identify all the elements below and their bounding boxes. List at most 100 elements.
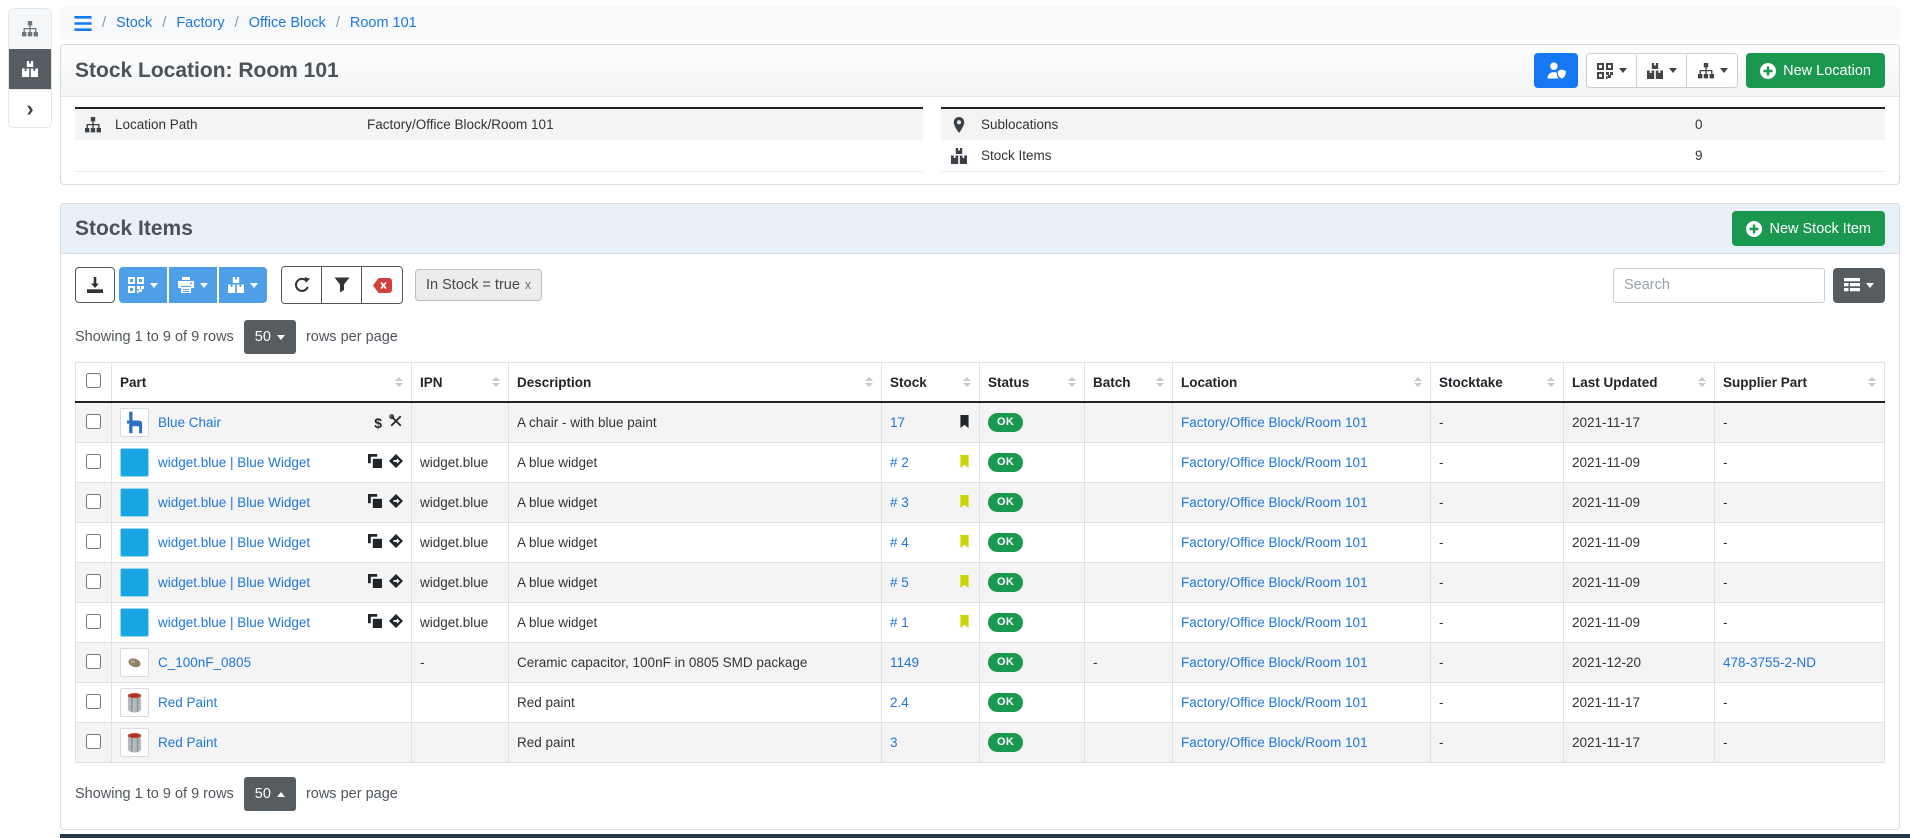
stock-quantity-link[interactable]: # 4 [890, 535, 909, 550]
stock-quantity-link[interactable]: # 5 [890, 575, 909, 590]
column-header-supplier-part[interactable]: Supplier Part [1715, 363, 1885, 403]
part-link[interactable]: widget.blue | Blue Widget [158, 615, 310, 630]
stock-quantity-link[interactable]: 17 [890, 415, 905, 430]
row-checkbox[interactable] [86, 454, 101, 469]
sort-arrows-icon[interactable] [1062, 377, 1076, 387]
part-link[interactable]: widget.blue | Blue Widget [158, 575, 310, 590]
part-link[interactable]: Blue Chair [158, 415, 221, 430]
ipn-cell: widget.blue [412, 523, 509, 563]
download-button[interactable] [75, 267, 115, 303]
supplier-part-link[interactable]: 478-3755-2-ND [1723, 655, 1816, 670]
qrcode-icon [128, 277, 144, 293]
row-checkbox[interactable] [86, 734, 101, 749]
select-all-checkbox[interactable] [86, 373, 101, 388]
breadcrumb-link[interactable]: Factory [176, 15, 224, 31]
breadcrumb-link[interactable]: Room 101 [350, 15, 417, 31]
column-header-stock[interactable]: Stock [882, 363, 980, 403]
part-link[interactable]: widget.blue | Blue Widget [158, 495, 310, 510]
sitemap-icon [22, 21, 38, 37]
sort-arrows-icon[interactable] [1408, 377, 1422, 387]
row-checkbox[interactable] [86, 534, 101, 549]
clear-filters-button[interactable] [362, 267, 402, 303]
part-link[interactable]: C_100nF_0805 [158, 655, 251, 670]
chevron-down-icon [1669, 68, 1677, 73]
column-header-status[interactable]: Status [980, 363, 1085, 403]
stock-quantity-link[interactable]: # 3 [890, 495, 909, 510]
row-checkbox[interactable] [86, 494, 101, 509]
user-roles-button[interactable] [1534, 53, 1578, 88]
part-link[interactable]: Red Paint [158, 695, 217, 710]
column-header-description[interactable]: Description [509, 363, 882, 403]
part-link[interactable]: widget.blue | Blue Widget [158, 535, 310, 550]
row-checkbox[interactable] [86, 414, 101, 429]
table-row: Red PaintRed paint3OKFactory/Office Bloc… [76, 723, 1885, 763]
location-link[interactable]: Factory/Office Block/Room 101 [1181, 615, 1368, 630]
barcode-actions-dropdown[interactable] [1587, 54, 1637, 87]
column-header-location[interactable]: Location [1173, 363, 1431, 403]
refresh-button[interactable] [282, 267, 322, 303]
stock-quantity-link[interactable]: # 2 [890, 455, 909, 470]
filter-button[interactable] [322, 267, 362, 303]
hamburger-icon[interactable] [74, 16, 92, 31]
row-checkbox[interactable] [86, 574, 101, 589]
batch-cell [1085, 603, 1173, 643]
qrcode-icon [1597, 63, 1613, 79]
print-actions-dropdown[interactable] [169, 267, 217, 303]
location-link[interactable]: Factory/Office Block/Room 101 [1181, 535, 1368, 550]
breadcrumb-link[interactable]: Stock [116, 15, 152, 31]
sort-arrows-icon[interactable] [486, 377, 500, 387]
sort-arrows-icon[interactable] [1692, 377, 1706, 387]
column-header-stocktake[interactable]: Stocktake [1431, 363, 1564, 403]
sort-arrows-icon[interactable] [1150, 377, 1164, 387]
part-link[interactable]: widget.blue | Blue Widget [158, 455, 310, 470]
sort-arrows-icon[interactable] [1862, 377, 1876, 387]
stock-quantity-link[interactable]: 2.4 [890, 695, 909, 710]
breadcrumb-separator: / [336, 15, 340, 31]
last-updated-cell: 2021-11-09 [1564, 443, 1715, 483]
row-checkbox[interactable] [86, 694, 101, 709]
column-header-part[interactable]: Part [112, 363, 412, 403]
sort-arrows-icon[interactable] [859, 377, 873, 387]
breadcrumb-separator: / [162, 15, 166, 31]
location-link[interactable]: Factory/Office Block/Room 101 [1181, 575, 1368, 590]
stock-options-dropdown[interactable] [219, 267, 267, 303]
sidebar-item-stock-items[interactable] [9, 49, 51, 89]
new-location-button[interactable]: New Location [1746, 53, 1885, 88]
row-checkbox[interactable] [86, 654, 101, 669]
page-size-select[interactable]: 50 [244, 777, 296, 811]
column-header-batch[interactable]: Batch [1085, 363, 1173, 403]
ipn-cell: widget.blue [412, 563, 509, 603]
location-link[interactable]: Factory/Office Block/Room 101 [1181, 495, 1368, 510]
page-size-select[interactable]: 50 [244, 320, 296, 354]
location-link[interactable]: Factory/Office Block/Room 101 [1181, 695, 1368, 710]
sort-arrows-icon[interactable] [1541, 377, 1555, 387]
row-checkbox[interactable] [86, 614, 101, 629]
columns-dropdown-button[interactable] [1833, 268, 1885, 303]
stocktake-cell: - [1431, 563, 1564, 603]
stock-actions-dropdown[interactable] [1637, 54, 1687, 87]
last-updated-cell: 2021-11-17 [1564, 723, 1715, 763]
breadcrumb-link[interactable]: Office Block [249, 15, 326, 31]
search-input[interactable] [1613, 268, 1825, 303]
supplier-part-cell: - [1715, 723, 1885, 763]
location-link[interactable]: Factory/Office Block/Room 101 [1181, 415, 1368, 430]
sidebar-item-location-tree[interactable] [9, 9, 51, 49]
location-link[interactable]: Factory/Office Block/Room 101 [1181, 455, 1368, 470]
remove-filter-icon[interactable]: x [525, 278, 531, 292]
stock-quantity-link[interactable]: # 1 [890, 615, 909, 630]
sidebar-expand-button[interactable]: › [9, 89, 51, 127]
stock-quantity-link[interactable]: 3 [890, 735, 898, 750]
location-link[interactable]: Factory/Office Block/Room 101 [1181, 735, 1368, 750]
part-link[interactable]: Red Paint [158, 735, 217, 750]
new-stock-item-button[interactable]: New Stock Item [1732, 211, 1885, 246]
stock-quantity-link[interactable]: 1149 [890, 655, 919, 670]
location-link[interactable]: Factory/Office Block/Room 101 [1181, 655, 1368, 670]
sort-arrows-icon[interactable] [957, 377, 971, 387]
column-header-last-updated[interactable]: Last Updated [1564, 363, 1715, 403]
sort-arrows-icon[interactable] [389, 377, 403, 387]
active-filter-chip[interactable]: In Stock = true x [415, 269, 542, 301]
status-badge: OK [988, 493, 1023, 512]
location-actions-dropdown[interactable] [1687, 54, 1737, 87]
barcode-actions-dropdown[interactable] [119, 267, 167, 303]
column-header-ipn[interactable]: IPN [412, 363, 509, 403]
